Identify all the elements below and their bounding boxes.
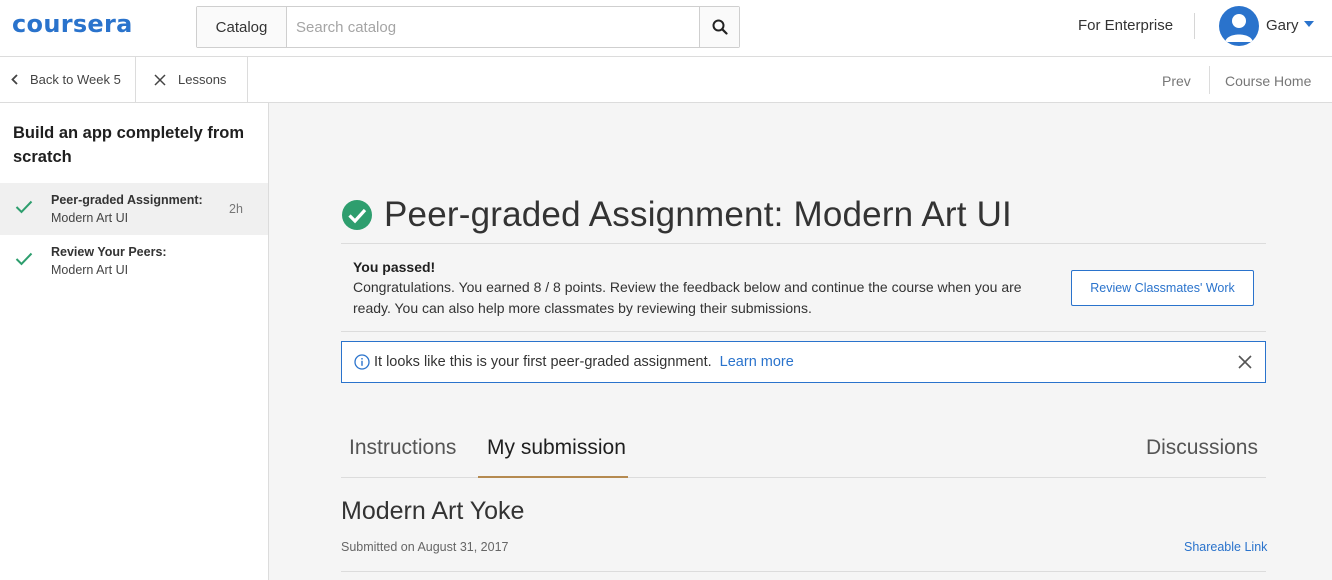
header-divider xyxy=(1194,13,1195,39)
course-home-button[interactable]: Course Home xyxy=(1225,73,1311,89)
back-to-week-button[interactable]: Back to Week 5 xyxy=(0,57,136,102)
sidebar-item-title: Review Your Peers: xyxy=(51,245,167,259)
submission-date: Submitted on August 31, 2017 xyxy=(341,540,509,554)
lessons-toggle-button[interactable]: Lessons xyxy=(136,57,248,102)
check-circle-icon xyxy=(342,200,372,230)
page-title-row: Peer-graded Assignment: Modern Art UI xyxy=(341,195,1012,235)
sidebar-item-peer-graded-assignment[interactable]: Peer-graded Assignment: Modern Art UI 2h xyxy=(0,183,268,235)
search-bar: Catalog xyxy=(196,6,740,48)
passed-title: You passed! xyxy=(353,259,436,275)
page-title: Peer-graded Assignment: Modern Art UI xyxy=(384,195,1012,234)
lesson-nav-bar: Back to Week 5 Lessons Prev Course Home xyxy=(0,57,1332,103)
user-name[interactable]: Gary xyxy=(1266,17,1299,34)
avatar[interactable] xyxy=(1219,6,1259,46)
lessons-label: Lessons xyxy=(178,72,227,87)
info-text: It looks like this is your first peer-gr… xyxy=(374,354,712,370)
active-tab-indicator xyxy=(478,476,628,478)
divider xyxy=(341,243,1266,244)
sidebar-title: Build an app completely from scratch xyxy=(13,124,245,166)
search-button[interactable] xyxy=(699,7,739,47)
assignment-tabs: Instructions My submission Discussions xyxy=(341,428,1266,478)
subnav-divider xyxy=(1209,66,1210,94)
search-icon xyxy=(712,19,728,35)
divider xyxy=(341,571,1266,572)
submission-title: Modern Art Yoke xyxy=(341,497,525,525)
top-header: coursera Catalog For Enterprise Gary xyxy=(0,0,1332,57)
sidebar-item-title: Peer-graded Assignment: xyxy=(51,193,203,207)
back-to-week-label: Back to Week 5 xyxy=(30,72,121,87)
passed-body: Congratulations. You earned 8 / 8 points… xyxy=(353,279,1022,316)
check-icon xyxy=(15,252,33,266)
divider xyxy=(341,331,1266,332)
sidebar-item-subtitle: Modern Art UI xyxy=(51,211,129,225)
for-enterprise-link[interactable]: For Enterprise xyxy=(1078,17,1173,34)
chevron-left-icon xyxy=(11,74,18,85)
main-content: Peer-graded Assignment: Modern Art UI Yo… xyxy=(269,103,1332,580)
tab-discussions[interactable]: Discussions xyxy=(1146,436,1258,460)
user-icon xyxy=(1225,14,1253,42)
tab-instructions[interactable]: Instructions xyxy=(349,436,456,460)
lesson-sidebar: Build an app completely from scratch Pee… xyxy=(0,103,269,580)
info-banner: It looks like this is your first peer-gr… xyxy=(341,341,1266,383)
learn-more-link[interactable]: Learn more xyxy=(720,354,794,370)
prev-button[interactable]: Prev xyxy=(1162,73,1191,89)
shareable-link[interactable]: Shareable Link xyxy=(1184,540,1267,554)
check-icon xyxy=(15,200,33,214)
search-input[interactable] xyxy=(287,7,699,47)
review-classmates-button[interactable]: Review Classmates' Work xyxy=(1071,270,1254,306)
tab-my-submission[interactable]: My submission xyxy=(487,436,626,460)
passed-message: You passed! Congratulations. You earned … xyxy=(353,259,1043,319)
close-icon[interactable] xyxy=(1237,354,1253,370)
caret-down-icon[interactable] xyxy=(1304,21,1314,27)
info-icon xyxy=(354,354,370,370)
coursera-logo[interactable]: coursera xyxy=(12,10,133,38)
close-icon xyxy=(154,73,166,86)
sidebar-item-review-your-peers[interactable]: Review Your Peers: Modern Art UI xyxy=(0,235,268,287)
catalog-button[interactable]: Catalog xyxy=(197,7,287,47)
sidebar-item-subtitle: Modern Art UI xyxy=(51,263,129,277)
sidebar-item-duration: 2h xyxy=(229,202,243,216)
